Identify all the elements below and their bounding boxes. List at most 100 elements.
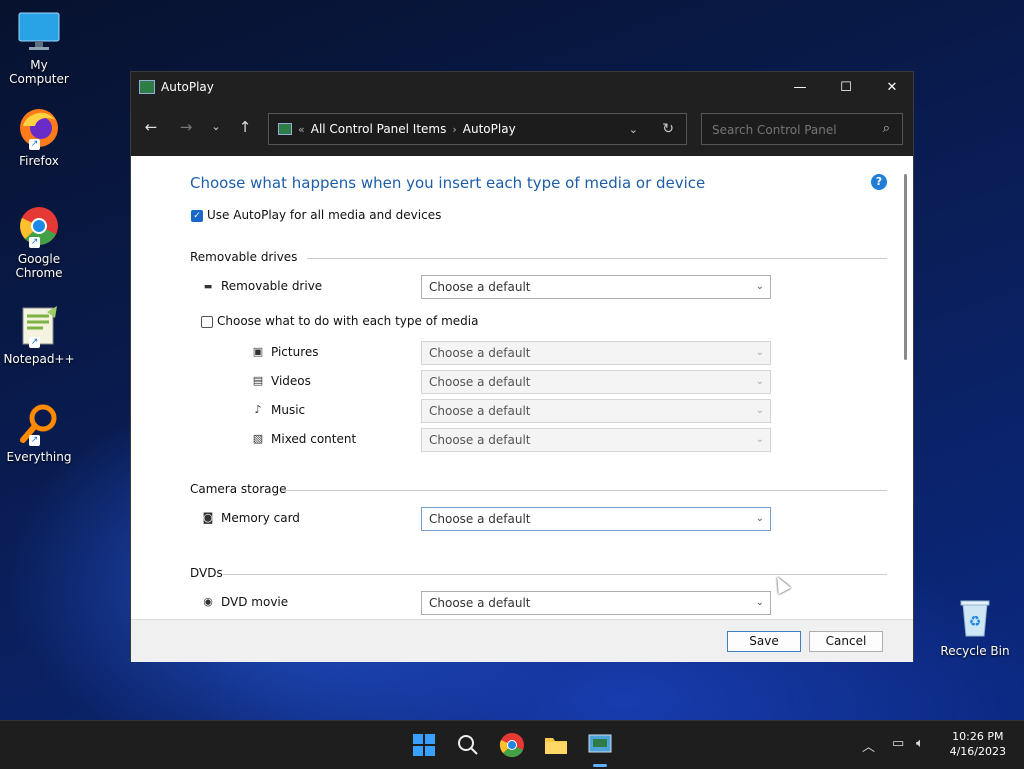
search-icon[interactable]: ⌕ [883,121,890,136]
title-bar[interactable]: AutoPlay — ☐ ✕ [131,72,913,102]
desktop-icon-label: Recycle Bin [940,644,1010,658]
desktop-icon-notepadpp[interactable]: ↗ Notepad++ [2,304,76,366]
recent-locations-chevron-icon[interactable]: ⌄ [205,120,227,133]
chevron-down-icon: ⌄ [755,405,764,416]
desktop-icon-chrome[interactable]: ↗ Google Chrome [2,204,76,280]
magnifier-icon: ↗ [17,402,61,446]
firefox-icon: ↗ [17,106,61,150]
music-label: Music [271,403,306,417]
clock-date: 4/16/2023 [949,745,1006,758]
search-box[interactable]: ⌕ [701,113,903,145]
section-camera-storage: Camera storage [190,482,287,496]
overflow-chevron-icon[interactable]: « [298,123,305,136]
each-media-label[interactable]: Choose what to do with each type of medi… [217,314,478,328]
file-explorer-icon[interactable] [542,731,570,759]
page-heading: Choose what happens when you insert each… [190,174,706,192]
memory-card-select[interactable]: Choose a default ⌄ [421,507,771,531]
system-clock[interactable]: 10:26 PM 4/16/2023 [950,729,1006,759]
desktop-icon-label: Google Chrome [15,252,63,280]
section-divider [281,490,887,491]
maximize-button[interactable]: ☐ [823,72,869,102]
music-icon: ♪ [254,403,262,416]
removable-drive-label: Removable drive [221,279,323,293]
breadcrumb-separator-icon: › [452,122,457,136]
chevron-down-icon: ⌄ [755,376,764,387]
notepadpp-icon: ↗ [17,304,61,348]
select-value: Choose a default [429,375,531,389]
section-divider [307,258,887,259]
control-panel-icon [278,123,292,135]
breadcrumb-autoplay[interactable]: AutoPlay [463,122,516,136]
dvd-movie-select[interactable]: Choose a default ⌄ [421,591,771,615]
desktop-icon-everything[interactable]: ↗ Everything [2,402,76,464]
back-arrow-icon[interactable]: ← [140,118,162,136]
address-dropdown-chevron-icon[interactable]: ⌄ [629,123,638,136]
volume-icon[interactable]: 🔈︎ [916,736,924,751]
section-divider [223,574,887,575]
videos-label: Videos [271,374,311,388]
cancel-button[interactable]: Cancel [809,631,883,652]
search-input[interactable] [710,122,874,138]
desktop-icon-label: Firefox [19,154,59,168]
each-media-checkbox[interactable] [201,316,213,328]
chevron-down-icon: ⌄ [755,347,764,358]
camera-icon: ◙ [202,511,214,524]
memory-card-label: Memory card [221,511,300,525]
up-arrow-icon[interactable]: ↑ [234,118,256,136]
section-removable-drives: Removable drives [190,250,298,264]
use-autoplay-checkbox[interactable]: ✓ [191,210,203,222]
desktop-icon-recycle-bin[interactable]: ♻ Recycle Bin [940,596,1010,658]
shortcut-arrow-icon: ↗ [29,237,40,248]
chevron-down-icon: ⌄ [755,281,764,292]
help-icon[interactable]: ? [871,174,887,190]
mixed-content-label: Mixed content [271,432,357,446]
removable-drive-icon: ▬ [203,282,213,292]
breadcrumb-all-control-panel-items[interactable]: All Control Panel Items [311,122,447,136]
refresh-icon[interactable]: ↻ [662,121,674,137]
chrome-icon: ↗ [17,204,61,248]
vertical-scrollbar[interactable] [904,174,907,360]
control-panel-icon [139,80,155,94]
minimize-button[interactable]: — [777,72,823,102]
desktop-icon-firefox[interactable]: ↗ Firefox [2,106,76,168]
recycle-bin-icon: ♻ [953,596,997,640]
start-windows-icon[interactable] [410,731,438,759]
chevron-down-icon: ⌄ [755,597,764,608]
music-select[interactable]: Choose a default ⌄ [421,399,771,423]
clock-time: 10:26 PM [952,730,1004,743]
desktop-icon-label: Everything [6,450,72,464]
dvd-icon: ◉ [203,595,213,608]
desktop-icon-label: Notepad++ [3,352,75,366]
network-icon[interactable]: ▭ [892,736,904,751]
mixed-content-select[interactable]: Choose a default ⌄ [421,428,771,452]
monitor-icon [17,10,61,54]
use-autoplay-label[interactable]: Use AutoPlay for all media and devices [207,208,441,222]
window-title: AutoPlay [161,80,214,94]
search-icon[interactable] [454,731,482,759]
chevron-down-icon: ⌄ [755,513,764,524]
select-value: Choose a default [429,280,531,294]
close-button[interactable]: ✕ [869,72,915,102]
select-value: Choose a default [429,433,531,447]
dvd-movie-label: DVD movie [221,595,289,609]
videos-select[interactable]: Choose a default ⌄ [421,370,771,394]
control-panel-taskbar-icon[interactable] [586,731,614,759]
address-bar[interactable]: « All Control Panel Items › AutoPlay ⌄ ↻ [268,113,687,145]
select-value: Choose a default [429,512,531,526]
pictures-select[interactable]: Choose a default ⌄ [421,341,771,365]
desktop-icon-my-computer[interactable]: My Computer [2,10,76,86]
svg-text:♻: ♻ [969,614,982,630]
active-app-indicator [593,764,607,767]
videos-icon: ▤ [252,374,264,387]
save-button[interactable]: Save [727,631,801,652]
select-value: Choose a default [429,404,531,418]
section-dvds: DVDs [190,566,223,580]
chrome-icon[interactable] [498,731,526,759]
removable-drive-select[interactable]: Choose a default ⌄ [421,275,771,299]
taskbar: ︿ ▭ 🔈︎ 10:26 PM 4/16/2023 [0,720,1024,769]
shortcut-arrow-icon: ↗ [29,139,40,150]
desktop-icon-label: My Computer [9,58,69,86]
forward-arrow-icon[interactable]: → [175,118,197,136]
show-hidden-icons-chevron-icon[interactable]: ︿ [862,736,875,755]
mixed-content-icon: ▧ [252,432,264,445]
